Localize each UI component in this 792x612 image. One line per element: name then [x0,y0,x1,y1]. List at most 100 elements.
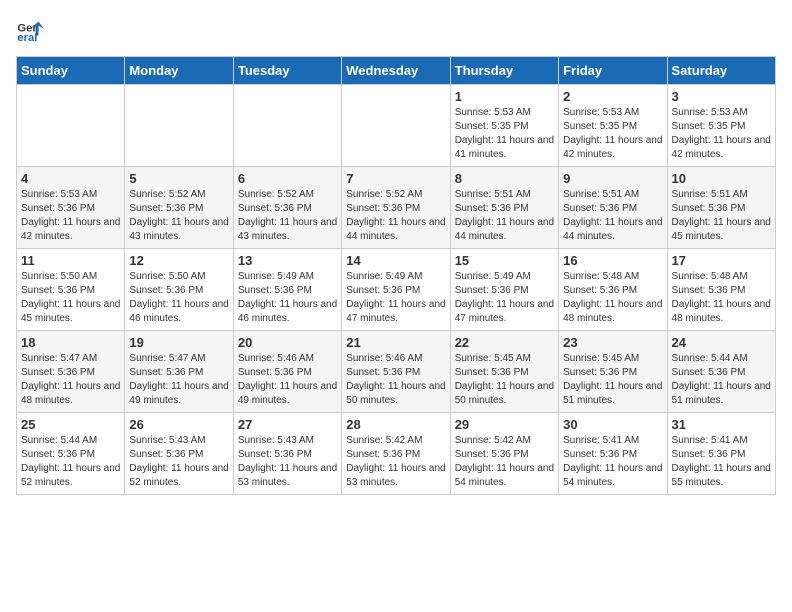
calendar-cell: 5 Sunrise: 5:52 AM Sunset: 5:36 PM Daylig… [125,167,233,249]
calendar-cell: 29 Sunrise: 5:42 AM Sunset: 5:36 PM Dayli… [450,413,558,495]
day-number: 29 [455,417,554,432]
day-number: 4 [21,171,120,186]
logo-icon: Gen eral [16,16,44,44]
day-number: 21 [346,335,445,350]
calendar-cell: 23 Sunrise: 5:45 AM Sunset: 5:36 PM Dayli… [559,331,667,413]
day-info: Sunrise: 5:51 AM Sunset: 5:36 PM Dayligh… [455,188,554,244]
calendar-cell: 20 Sunrise: 5:46 AM Sunset: 5:36 PM Dayli… [233,331,341,413]
day-info: Sunrise: 5:41 AM Sunset: 5:36 PM Dayligh… [563,434,662,490]
header: Gen eral [16,16,776,44]
day-number: 3 [672,89,771,104]
day-info: Sunrise: 5:44 AM Sunset: 5:36 PM Dayligh… [672,352,771,408]
calendar-cell: 6 Sunrise: 5:52 AM Sunset: 5:36 PM Daylig… [233,167,341,249]
header-thursday: Thursday [450,57,558,85]
day-number: 19 [129,335,228,350]
calendar-cell [342,85,450,167]
day-number: 12 [129,253,228,268]
calendar-cell: 4 Sunrise: 5:53 AM Sunset: 5:36 PM Daylig… [17,167,125,249]
day-number: 25 [21,417,120,432]
day-info: Sunrise: 5:45 AM Sunset: 5:36 PM Dayligh… [455,352,554,408]
calendar-week-4: 18 Sunrise: 5:47 AM Sunset: 5:36 PM Dayli… [17,331,776,413]
day-info: Sunrise: 5:45 AM Sunset: 5:36 PM Dayligh… [563,352,662,408]
day-info: Sunrise: 5:53 AM Sunset: 5:35 PM Dayligh… [563,106,662,162]
header-sunday: Sunday [17,57,125,85]
day-info: Sunrise: 5:51 AM Sunset: 5:36 PM Dayligh… [672,188,771,244]
calendar-cell: 14Sunrise: 5:49 AM Sunset: 5:36 PM Dayli… [342,249,450,331]
day-number: 15 [455,253,554,268]
day-info: Sunrise: 5:50 AM Sunset: 5:36 PM Dayligh… [129,270,228,326]
calendar-cell: 12 Sunrise: 5:50 AM Sunset: 5:36 PM Dayli… [125,249,233,331]
day-info: Sunrise: 5:43 AM Sunset: 5:36 PM Dayligh… [238,434,337,490]
day-info: Sunrise: 5:49 AM Sunset: 5:36 PM Dayligh… [455,270,554,326]
day-info: Sunrise: 5:53 AM Sunset: 5:36 PM Dayligh… [21,188,120,244]
calendar-week-1: 1 Sunrise: 5:53 AM Sunset: 5:35 PM Daylig… [17,85,776,167]
day-info: Sunrise: 5:52 AM Sunset: 5:36 PM Dayligh… [129,188,228,244]
calendar-cell: 7Sunrise: 5:52 AM Sunset: 5:36 PM Daylig… [342,167,450,249]
day-info: Sunrise: 5:41 AM Sunset: 5:36 PM Dayligh… [672,434,771,490]
day-number: 27 [238,417,337,432]
day-info: Sunrise: 5:53 AM Sunset: 5:35 PM Dayligh… [672,106,771,162]
calendar-cell: 24 Sunrise: 5:44 AM Sunset: 5:36 PM Dayli… [667,331,775,413]
day-number: 8 [455,171,554,186]
calendar-cell: 28 Sunrise: 5:42 AM Sunset: 5:36 PM Dayli… [342,413,450,495]
calendar-cell: 27 Sunrise: 5:43 AM Sunset: 5:36 PM Dayli… [233,413,341,495]
day-number: 22 [455,335,554,350]
header-friday: Friday [559,57,667,85]
calendar-cell: 19 Sunrise: 5:47 AM Sunset: 5:36 PM Dayli… [125,331,233,413]
calendar-cell: 30 Sunrise: 5:41 AM Sunset: 5:36 PM Dayli… [559,413,667,495]
day-info: Sunrise: 5:49 AM Sunset: 5:36 PM Dayligh… [238,270,337,326]
day-number: 16 [563,253,662,268]
svg-text:eral: eral [17,32,37,44]
day-number: 13 [238,253,337,268]
calendar-cell: 13 Sunrise: 5:49 AM Sunset: 5:36 PM Dayli… [233,249,341,331]
day-info: Sunrise: 5:52 AM Sunset: 5:36 PM Dayligh… [238,188,337,244]
day-number: 20 [238,335,337,350]
day-info: Sunrise: 5:49 AM Sunset: 5:36 PM Dayligh… [346,270,445,326]
logo: Gen eral [16,16,48,44]
calendar-cell: 11 Sunrise: 5:50 AM Sunset: 5:36 PM Dayli… [17,249,125,331]
day-number: 23 [563,335,662,350]
day-number: 28 [346,417,445,432]
day-number: 9 [563,171,662,186]
calendar-week-3: 11 Sunrise: 5:50 AM Sunset: 5:36 PM Dayli… [17,249,776,331]
calendar-cell: 31Sunrise: 5:41 AM Sunset: 5:36 PM Dayli… [667,413,775,495]
day-info: Sunrise: 5:48 AM Sunset: 5:36 PM Dayligh… [672,270,771,326]
day-number: 5 [129,171,228,186]
calendar-week-5: 25Sunrise: 5:44 AM Sunset: 5:36 PM Dayli… [17,413,776,495]
day-info: Sunrise: 5:46 AM Sunset: 5:36 PM Dayligh… [238,352,337,408]
day-number: 30 [563,417,662,432]
day-number: 24 [672,335,771,350]
day-number: 17 [672,253,771,268]
header-saturday: Saturday [667,57,775,85]
day-info: Sunrise: 5:42 AM Sunset: 5:36 PM Dayligh… [455,434,554,490]
day-info: Sunrise: 5:47 AM Sunset: 5:36 PM Dayligh… [129,352,228,408]
day-number: 18 [21,335,120,350]
day-info: Sunrise: 5:42 AM Sunset: 5:36 PM Dayligh… [346,434,445,490]
calendar-cell: 8 Sunrise: 5:51 AM Sunset: 5:36 PM Daylig… [450,167,558,249]
calendar-cell: 26Sunrise: 5:43 AM Sunset: 5:36 PM Dayli… [125,413,233,495]
day-info: Sunrise: 5:48 AM Sunset: 5:36 PM Dayligh… [563,270,662,326]
header-tuesday: Tuesday [233,57,341,85]
calendar-cell: 16 Sunrise: 5:48 AM Sunset: 5:36 PM Dayli… [559,249,667,331]
calendar-cell [17,85,125,167]
header-wednesday: Wednesday [342,57,450,85]
calendar-cell: 1 Sunrise: 5:53 AM Sunset: 5:35 PM Daylig… [450,85,558,167]
day-number: 1 [455,89,554,104]
day-info: Sunrise: 5:47 AM Sunset: 5:36 PM Dayligh… [21,352,120,408]
calendar-cell: 22 Sunrise: 5:45 AM Sunset: 5:36 PM Dayli… [450,331,558,413]
day-info: Sunrise: 5:50 AM Sunset: 5:36 PM Dayligh… [21,270,120,326]
calendar-cell: 3 Sunrise: 5:53 AM Sunset: 5:35 PM Daylig… [667,85,775,167]
calendar-cell: 15 Sunrise: 5:49 AM Sunset: 5:36 PM Dayli… [450,249,558,331]
day-info: Sunrise: 5:53 AM Sunset: 5:35 PM Dayligh… [455,106,554,162]
calendar-cell: 25Sunrise: 5:44 AM Sunset: 5:36 PM Dayli… [17,413,125,495]
calendar-cell: 10Sunrise: 5:51 AM Sunset: 5:36 PM Dayli… [667,167,775,249]
day-info: Sunrise: 5:52 AM Sunset: 5:36 PM Dayligh… [346,188,445,244]
day-number: 2 [563,89,662,104]
calendar-cell: 2 Sunrise: 5:53 AM Sunset: 5:35 PM Daylig… [559,85,667,167]
day-number: 11 [21,253,120,268]
calendar-table: SundayMondayTuesdayWednesdayThursdayFrid… [16,56,776,495]
day-info: Sunrise: 5:46 AM Sunset: 5:36 PM Dayligh… [346,352,445,408]
calendar-cell: 17 Sunrise: 5:48 AM Sunset: 5:36 PM Dayli… [667,249,775,331]
day-number: 6 [238,171,337,186]
day-number: 26 [129,417,228,432]
